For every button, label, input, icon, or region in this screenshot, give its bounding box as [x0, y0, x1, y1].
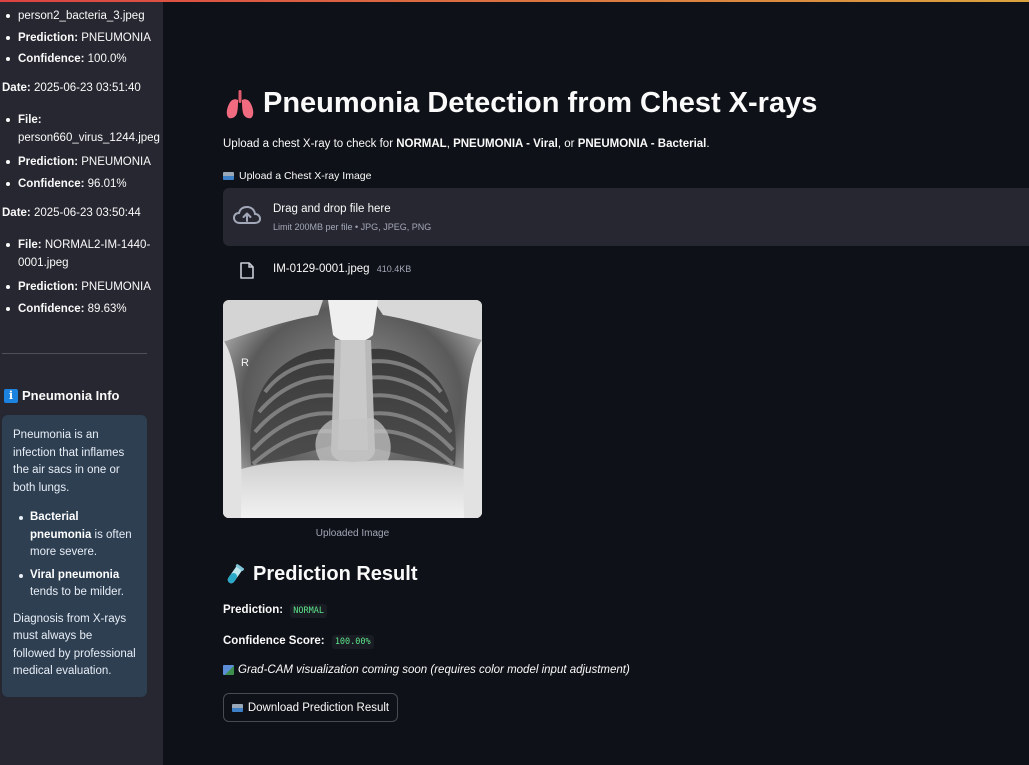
- confidence-label: Confidence Score:: [223, 635, 325, 647]
- confidence-line: Confidence Score: 100.00%: [223, 635, 374, 649]
- file-dropzone[interactable]: Drag and drop file here Limit 200MB per …: [223, 188, 1029, 246]
- prediction-label: Prediction:: [223, 604, 284, 616]
- history-file-value: person660_virus_1244.jpeg: [18, 132, 160, 144]
- download-button-label: Download Prediction Result: [247, 701, 390, 714]
- history-confidence-label: Confidence:: [18, 178, 85, 190]
- download-prediction-button[interactable]: Download Prediction Result: [223, 693, 398, 722]
- history-file-item: person2_bacteria_3.jpeg: [6, 7, 158, 25]
- history-prediction-label: Prediction:: [18, 281, 79, 293]
- confidence-value: 100.00%: [331, 635, 374, 649]
- uploaded-file-size: 410.4KB: [376, 264, 412, 274]
- info-bullet-bacterial: Bacterial pneumonia is often more severe…: [19, 509, 137, 562]
- subtitle-option-normal: NORMAL: [396, 138, 447, 150]
- dropzone-instruction: Drag and drop file here: [273, 203, 391, 215]
- history-confidence-item: Confidence: 100.0%: [6, 50, 158, 68]
- framed-picture-icon: [223, 665, 234, 675]
- history-confidence-label: Confidence:: [18, 303, 85, 315]
- history-file-value: person2_bacteria_3.jpeg: [18, 10, 145, 22]
- prediction-value: NORMAL: [290, 604, 327, 618]
- history-date-label: Date:: [2, 82, 31, 94]
- uploader-label: Upload a Chest X-ray Image: [223, 170, 371, 182]
- image-caption: Uploaded Image: [315, 528, 390, 539]
- subtitle-option-viral: PNEUMONIA - Viral: [453, 138, 558, 150]
- main-content[interactable]: Pneumonia Detection from Chest X-rays Up…: [163, 2, 1029, 765]
- info-icon: i: [4, 388, 18, 403]
- cloud-upload-icon: [233, 205, 261, 224]
- sidebar[interactable]: person2_bacteria_3.jpeg Prediction: PNEU…: [0, 2, 163, 765]
- info-bullet-bold: Bacterial pneumonia: [30, 511, 92, 541]
- history-prediction-label: Prediction:: [18, 156, 79, 168]
- sidebar-divider: [2, 353, 147, 354]
- info-bullet-viral: Viral pneumonia tends to be milder.: [19, 567, 137, 602]
- gradcam-note: Grad-CAM visualization coming soon (requ…: [223, 664, 630, 676]
- dropzone-limit: Limit 200MB per file • JPG, JPEG, PNG: [273, 222, 432, 232]
- info-intro: Pneumonia is an infection that inflames …: [13, 429, 125, 494]
- subtitle-prefix: Upload a chest X-ray to check for: [223, 138, 397, 150]
- subtitle-separator: , or: [557, 138, 578, 150]
- history-file-item: File: person660_virus_1244.jpeg: [6, 111, 160, 147]
- pneumonia-info-heading: i Pneumonia Info: [4, 388, 120, 403]
- chest-xray-picture: R: [223, 300, 482, 518]
- uploaded-file-row: IM-0129-0001.jpeg 410.4KB: [223, 260, 523, 284]
- prediction-result-title: Prediction Result: [253, 563, 418, 585]
- history-date-label: Date:: [2, 207, 31, 219]
- uploaded-xray-image: R: [223, 300, 482, 518]
- history-confidence-value: 100.0%: [87, 53, 127, 65]
- history-file-label: File:: [18, 114, 42, 126]
- pneumonia-info-box: Pneumonia is an infection that inflames …: [2, 415, 147, 697]
- test-tube-icon: [227, 563, 245, 583]
- history-confidence-label: Confidence:: [18, 53, 85, 65]
- history-confidence-item: Confidence: 89.63%: [6, 300, 158, 318]
- history-file-label: File:: [18, 239, 42, 251]
- info-bullet-bold: Viral pneumonia: [30, 568, 120, 581]
- inbox-tray-icon: [223, 172, 234, 180]
- history-prediction-value: PNEUMONIA: [81, 156, 151, 168]
- history-prediction-value: PNEUMONIA: [81, 281, 151, 293]
- history-date-value: 2025-06-23 03:50:44: [33, 207, 141, 219]
- page-subtitle: Upload a chest X-ray to check for NORMAL…: [223, 138, 710, 150]
- history-confidence-value: 96.01%: [87, 178, 127, 190]
- file-icon: [240, 262, 254, 279]
- prediction-result-heading: Prediction Result: [223, 563, 417, 586]
- history-confidence-item: Confidence: 96.01%: [6, 175, 158, 193]
- gradcam-note-text: Grad-CAM visualization coming soon (requ…: [238, 664, 630, 676]
- xray-side-marker: R: [241, 357, 249, 369]
- subtitle-suffix: .: [706, 138, 710, 150]
- page-title-text: Pneumonia Detection from Chest X-rays: [263, 87, 818, 119]
- history-prediction-value: PNEUMONIA: [81, 32, 151, 44]
- page-title: Pneumonia Detection from Chest X-rays: [223, 87, 817, 120]
- history-date: Date: 2025-06-23 03:50:44: [2, 207, 141, 219]
- pneumonia-info-title: Pneumonia Info: [22, 388, 120, 403]
- prediction-line: Prediction: NORMAL: [223, 604, 327, 618]
- history-confidence-value: 89.63%: [87, 303, 127, 315]
- info-bullet-text: tends to be milder.: [30, 586, 124, 598]
- subtitle-option-bacterial: PNEUMONIA - Bacterial: [577, 138, 707, 150]
- history-file-item: File: NORMAL2-IM-1440-0001.jpeg: [6, 236, 158, 272]
- info-bullet-list: Bacterial pneumonia is often more severe…: [13, 509, 137, 602]
- history-date-value: 2025-06-23 03:51:40: [33, 82, 141, 94]
- history-prediction-item: Prediction: PNEUMONIA: [6, 278, 158, 296]
- history-date: Date: 2025-06-23 03:51:40: [2, 82, 141, 94]
- history-prediction-item: Prediction: PNEUMONIA: [6, 153, 158, 171]
- history-prediction-item: Prediction: PNEUMONIA: [6, 29, 158, 47]
- uploaded-file-name: IM-0129-0001.jpeg: [273, 263, 370, 275]
- uploader-label-text: Upload a Chest X-ray Image: [239, 170, 372, 182]
- inbox-tray-icon: [231, 703, 243, 712]
- info-outro: Diagnosis from X-rays must always be fol…: [13, 612, 136, 678]
- history-prediction-label: Prediction:: [18, 32, 79, 44]
- lungs-icon: [226, 89, 254, 118]
- uploaded-file-info: IM-0129-0001.jpeg 410.4KB: [273, 263, 411, 275]
